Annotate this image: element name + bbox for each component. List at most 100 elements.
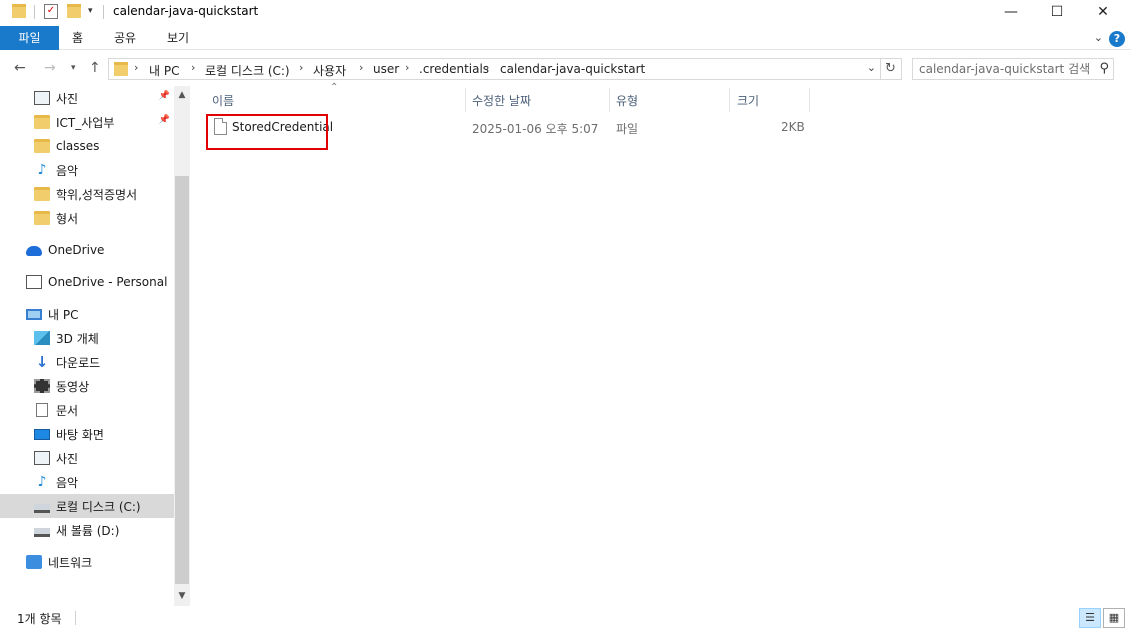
nav-item-label: 문서 [56,403,79,418]
column-header-name[interactable]: 이름 [212,92,234,109]
nav-item[interactable]: 네트워크 [0,550,174,574]
nav-item-label: 형서 [56,211,79,226]
nav-item[interactable]: 로컬 디스크 (C:) [0,494,174,518]
file-modified: 2025-01-06 오후 5:07 [472,122,599,136]
tab-home[interactable]: 홈 [72,26,83,50]
customize-qat-icon[interactable]: ▾ [88,6,93,16]
nav-item[interactable]: 3D 개체 [0,326,174,350]
nav-item[interactable]: 사진 [0,446,174,470]
column-header-size[interactable]: 크기 [737,92,759,109]
nav-item[interactable]: ♪ 음악 [0,470,174,494]
tab-view[interactable]: 보기 [167,26,189,50]
divider [103,5,104,19]
properties-icon[interactable]: ✓ [44,4,58,19]
document-icon [36,403,48,417]
video-icon [34,379,50,393]
column-divider[interactable] [609,88,610,112]
onedrive-personal-icon [26,275,42,289]
forward-button[interactable]: → [44,60,56,76]
breadcrumb-credentials[interactable]: .credentials [419,62,489,76]
scroll-down-icon[interactable]: ▼ [174,591,190,601]
up-button[interactable]: ↑ [89,60,101,76]
highlight-box [206,114,328,150]
download-icon: ↓ [35,353,49,371]
sort-ascending-icon: ⌃ [330,82,339,93]
nav-item-label: 사진 [56,451,79,466]
music-icon: ♪ [37,162,47,178]
search-icon[interactable]: ⚲ [1099,61,1109,76]
folder-icon [34,187,50,201]
nav-item[interactable]: 동영상 [0,374,174,398]
nav-item[interactable]: classes [0,134,174,158]
nav-item-label: 로컬 디스크 (C:) [56,499,141,514]
drive-icon [34,527,50,537]
nav-item[interactable]: OneDrive - Personal [0,270,174,294]
breadcrumb-this-pc[interactable]: 내 PC [149,62,179,79]
address-bar[interactable]: › 내 PC › 로컬 디스크 (C:) › 사용자 › user › .cre… [108,58,881,80]
nav-item-label: ICT_사업부 [56,115,115,130]
nav-item[interactable]: 학위,성적증명서 [0,182,174,206]
nav-item[interactable]: 형서 [0,206,174,230]
folder-icon [34,211,50,225]
nav-item-label: 음악 [56,475,79,490]
column-divider[interactable] [729,88,730,112]
column-divider[interactable] [809,88,810,112]
column-header-modified[interactable]: 수정한 날짜 [472,92,531,109]
breadcrumb-users[interactable]: 사용자 [313,62,346,79]
chevron-right-icon[interactable]: › [359,61,363,74]
nav-item-label: 다운로드 [56,355,101,370]
nav-item[interactable]: 문서 [0,398,174,422]
nav-item[interactable]: 바탕 화면 [0,422,174,446]
breadcrumb-current-folder[interactable]: calendar-java-quickstart [500,62,645,76]
network-icon [26,555,42,569]
chevron-right-icon[interactable]: › [485,61,489,74]
divider [75,611,76,625]
chevron-right-icon[interactable]: › [134,61,138,74]
scroll-up-icon[interactable]: ▲ [174,90,190,100]
search-box[interactable]: ⚲ [912,58,1114,80]
nav-item-label: classes [56,139,100,153]
nav-scrollbar[interactable]: ▲ ▼ [174,86,190,606]
nav-item[interactable]: ♪ 음악 [0,158,174,182]
3d-objects-icon [34,331,50,345]
folder-icon [34,115,50,129]
details-view-button[interactable]: ☰ [1079,608,1101,628]
back-button[interactable]: ← [14,60,26,76]
nav-item[interactable]: 새 볼륨 (D:) [0,518,174,542]
breadcrumb-local-disk[interactable]: 로컬 디스크 (C:) [205,62,290,79]
music-icon: ♪ [37,474,47,490]
nav-item-label: OneDrive [48,243,105,257]
nav-item-label: OneDrive - Personal [48,275,168,289]
chevron-right-icon[interactable]: › [299,61,303,74]
minimize-button[interactable]: — [988,0,1034,24]
folder-icon [114,62,128,76]
refresh-button[interactable]: ↻ [880,58,902,80]
desktop-icon [34,428,50,440]
column-divider[interactable] [465,88,466,112]
tab-file[interactable]: 파일 [0,26,59,50]
expand-ribbon-icon[interactable]: ⌄ [1094,31,1103,44]
status-bar: 1개 항목 ☰ ▦ [0,606,1131,630]
nav-item[interactable]: ↓ 다운로드 [0,350,174,374]
nav-item[interactable]: 내 PC [0,302,174,326]
close-button[interactable]: ✕ [1080,0,1126,24]
nav-item[interactable]: ICT_사업부 📌 [0,110,174,134]
column-header-type[interactable]: 유형 [616,92,638,109]
nav-item[interactable]: OneDrive [0,238,174,262]
chevron-right-icon[interactable]: › [191,61,195,74]
this-pc-icon [26,308,42,320]
scroll-thumb[interactable] [175,176,189,584]
search-input[interactable] [919,61,1089,77]
nav-item[interactable]: 사진 📌 [0,86,174,110]
breadcrumb-user[interactable]: user [373,62,399,76]
recent-locations-icon[interactable]: ▾ [71,63,76,73]
maximize-button[interactable]: ☐ [1034,0,1080,24]
help-icon[interactable]: ? [1109,31,1125,47]
address-dropdown-icon[interactable]: ⌄ [867,61,876,74]
nav-item-label: 학위,성적증명서 [56,187,138,202]
tab-share[interactable]: 공유 [114,26,136,50]
chevron-right-icon[interactable]: › [405,61,409,74]
window-title: calendar-java-quickstart [113,4,259,18]
large-icons-view-button[interactable]: ▦ [1103,608,1125,628]
new-folder-icon[interactable] [67,4,81,18]
